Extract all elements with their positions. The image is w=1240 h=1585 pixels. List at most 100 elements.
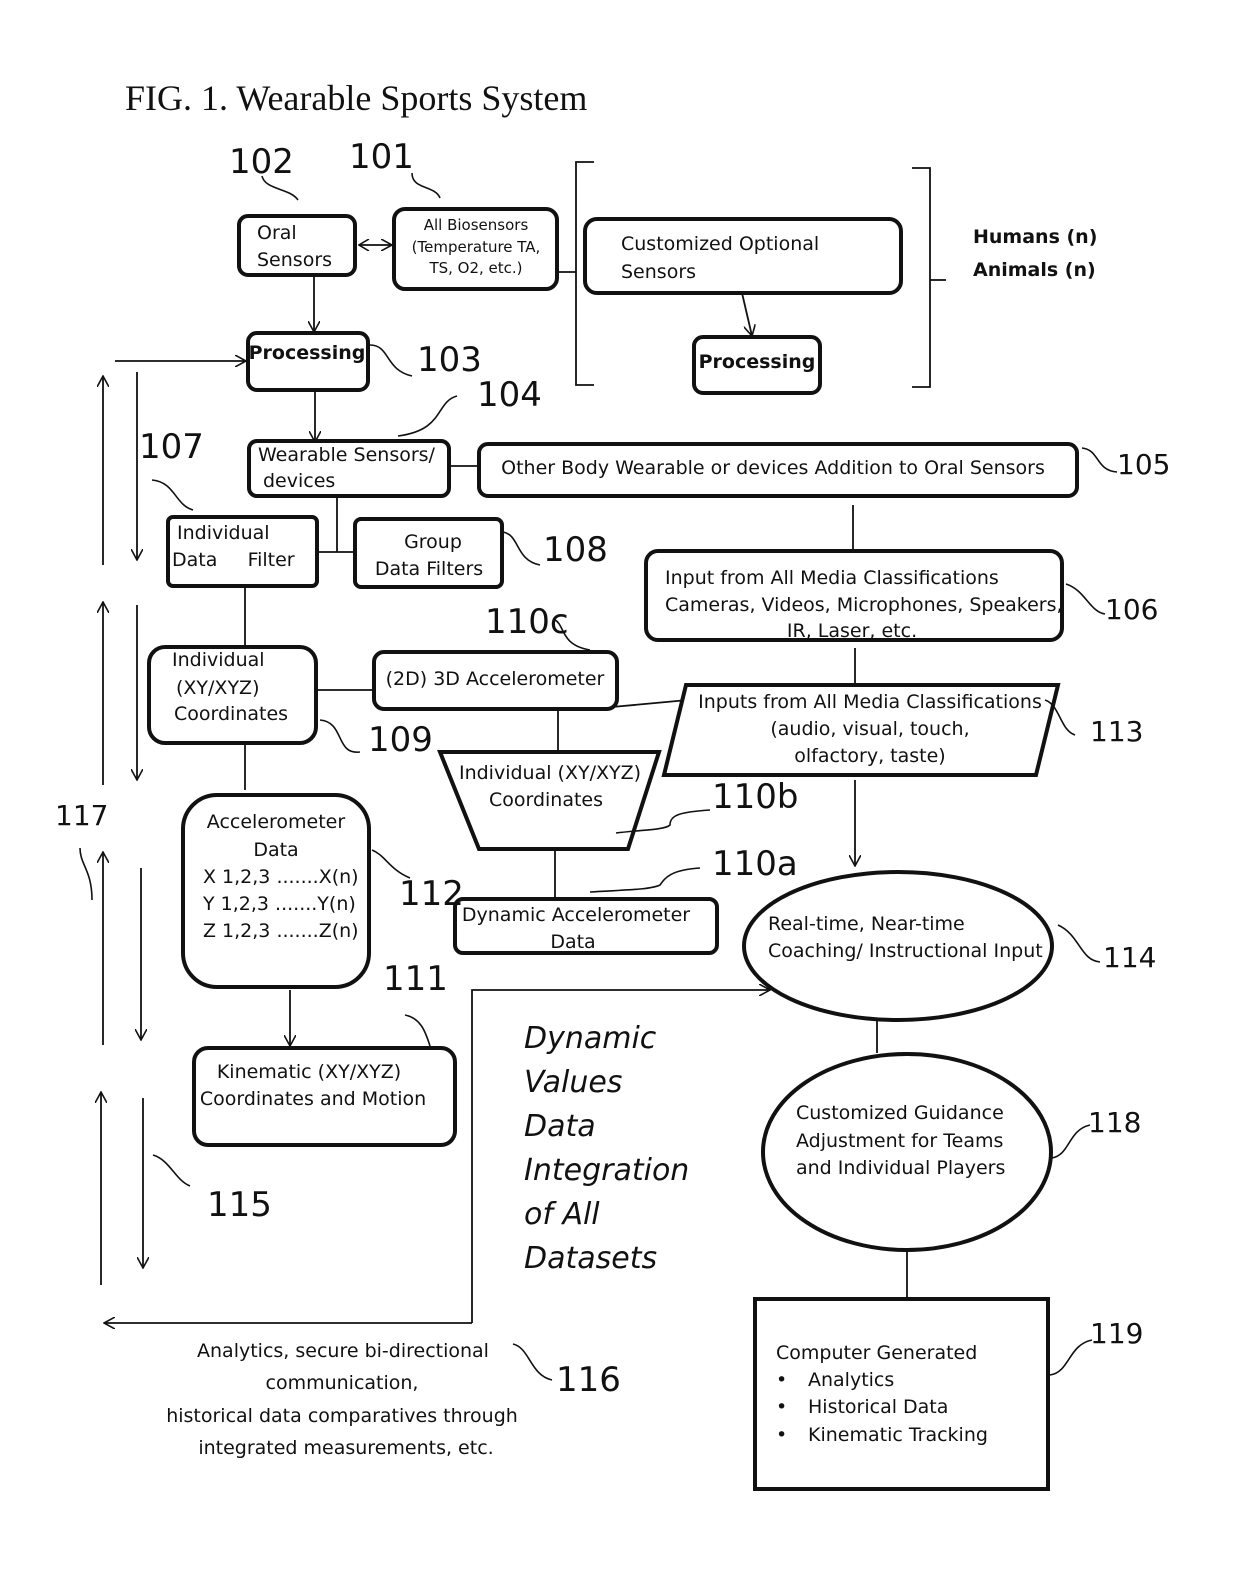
wearable-line-2: devices bbox=[263, 470, 335, 492]
ref-114: 114 bbox=[1103, 941, 1156, 974]
guidance-line-2: Adjustment for Teams bbox=[796, 1130, 1003, 1152]
ref-117: 117 bbox=[55, 799, 108, 832]
integration-line-2: Values bbox=[524, 1065, 622, 1100]
integration-line-4: Integration bbox=[524, 1153, 689, 1188]
ref-116: 116 bbox=[556, 1360, 621, 1400]
right-bracket bbox=[912, 167, 931, 388]
subjects-label: Humans (n) Animals (n) bbox=[973, 226, 1097, 281]
ref-111: 111 bbox=[383, 959, 448, 999]
ref-118: 118 bbox=[1088, 1106, 1141, 1139]
processing-optional-node: Processing bbox=[692, 335, 822, 395]
input-media-line-1: Input from All Media Classifications bbox=[665, 567, 999, 589]
customized-line-1: Customized Optional bbox=[621, 233, 819, 255]
individual-coordinates-trapezoid-node: Individual (XY/XYZ) Coordinates bbox=[437, 750, 662, 851]
computer-generated-node: Computer Generated • Analytics • Histori… bbox=[753, 1297, 1050, 1491]
ref-108: 108 bbox=[543, 530, 608, 570]
integration-line-5: of All bbox=[524, 1197, 600, 1232]
oral-sensors-line-2: Sensors bbox=[257, 249, 332, 271]
ref-103: 103 bbox=[417, 340, 482, 380]
accel-data-line-4: Y 1,2,3 .......Y(n) bbox=[202, 893, 356, 915]
processing-label: Processing bbox=[249, 342, 366, 364]
ref-110c: 110c bbox=[485, 602, 569, 642]
guidance-line-1: Customized Guidance bbox=[796, 1102, 1004, 1124]
wearable-sensors-node: Wearable Sensors/ devices bbox=[247, 439, 451, 498]
ref-105: 105 bbox=[1117, 448, 1170, 481]
ref-106: 106 bbox=[1105, 593, 1158, 626]
analytics-line-3: historical data comparatives through bbox=[166, 1405, 518, 1427]
other-body-label: Other Body Wearable or devices Addition … bbox=[501, 457, 1045, 479]
computer-generated-heading: Computer Generated bbox=[776, 1342, 977, 1364]
input-all-media-node: Input from All Media Classifications Cam… bbox=[644, 549, 1064, 642]
ref-107: 107 bbox=[139, 427, 204, 467]
individual-coords-line-2: (XY/XYZ) bbox=[176, 677, 260, 699]
individual-coordinates-node: Individual (XY/XYZ) Coordinates bbox=[147, 645, 318, 745]
dynamic-accel-line-2: Data bbox=[550, 931, 595, 953]
subjects-line-1: Humans (n) bbox=[973, 226, 1097, 248]
accel-data-line-5: Z 1,2,3 .......Z(n) bbox=[203, 920, 359, 942]
dynamic-accelerometer-data-node: Dynamic Accelerometer Data bbox=[453, 897, 719, 955]
all-biosensors-node: All Biosensors (Temperature TA, TS, O2, … bbox=[392, 207, 559, 291]
input-media-line-3: IR, Laser, etc. bbox=[787, 620, 917, 642]
processing-node: Processing bbox=[246, 331, 370, 392]
inputs-media-line-2: (audio, visual, touch, bbox=[770, 718, 969, 740]
wearable-line-1: Wearable Sensors/ bbox=[258, 444, 436, 466]
integration-line-6: Datasets bbox=[524, 1241, 657, 1276]
trapezoid-line-2: Coordinates bbox=[489, 789, 603, 811]
customized-guidance-node: Customized Guidance Adjustment for Teams… bbox=[761, 1052, 1053, 1252]
customized-optional-sensors-node: Customized Optional Sensors bbox=[583, 217, 903, 295]
coaching-line-1: Real-time, Near-time bbox=[768, 913, 965, 935]
kinematic-node: Kinematic (XY/XYZ) Coordinates and Motio… bbox=[192, 1046, 457, 1147]
ref-104: 104 bbox=[477, 375, 542, 415]
wearable-sports-system-diagram: FIG. 1. Wearable Sports System Oral Sens… bbox=[55, 78, 1170, 1491]
group-filters-line-1: Group bbox=[404, 531, 462, 553]
subjects-line-2: Animals (n) bbox=[973, 259, 1096, 281]
computer-generated-bullet-3: Kinematic Tracking bbox=[808, 1424, 988, 1446]
leader-118 bbox=[1051, 1124, 1091, 1159]
group-data-filters-node: Group Data Filters bbox=[353, 517, 504, 589]
kinematic-line-2: Coordinates and Motion bbox=[200, 1088, 426, 1110]
analytics-line-2: communication, bbox=[266, 1372, 419, 1394]
analytics-line-1: Analytics, secure bi-directional bbox=[197, 1340, 489, 1362]
leader-110a bbox=[589, 867, 701, 893]
figure-title: FIG. 1. Wearable Sports System bbox=[125, 78, 587, 118]
individual-filter-line-2: Data Filter bbox=[172, 549, 295, 571]
leader-111 bbox=[404, 1014, 431, 1047]
integration-label: Dynamic Values Data Integration of All D… bbox=[524, 1021, 689, 1276]
connector-accel3d-inputs bbox=[611, 699, 689, 708]
ref-102: 102 bbox=[229, 142, 294, 182]
integration-line-1: Dynamic bbox=[524, 1021, 657, 1056]
dynamic-accel-line-1: Dynamic Accelerometer bbox=[462, 904, 690, 926]
bullet-icon: • bbox=[776, 1396, 787, 1418]
analytics-line-4: integrated measurements, etc. bbox=[198, 1437, 493, 1459]
ref-119: 119 bbox=[1090, 1317, 1143, 1350]
bullet-icon: • bbox=[776, 1369, 787, 1391]
ref-113: 113 bbox=[1090, 715, 1143, 748]
inputs-media-line-1: Inputs from All Media Classifications bbox=[698, 691, 1042, 713]
individual-coords-line-3: Coordinates bbox=[174, 703, 288, 725]
inputs-media-line-3: olfactory, taste) bbox=[794, 745, 945, 767]
accelerometer-data-node: Accelerometer Data X 1,2,3 .......X(n) Y… bbox=[181, 793, 371, 989]
leader-117 bbox=[79, 847, 93, 901]
coaching-input-node: Real-time, Near-time Coaching/ Instructi… bbox=[742, 870, 1054, 1022]
leader-109 bbox=[319, 719, 361, 753]
oral-sensors-node: Oral Sensors bbox=[237, 214, 357, 277]
trapezoid-line-1: Individual (XY/XYZ) bbox=[459, 762, 641, 784]
leader-106 bbox=[1065, 583, 1106, 615]
computer-generated-bullet-2: Historical Data bbox=[808, 1396, 948, 1418]
ref-101: 101 bbox=[349, 137, 414, 177]
biosensors-line-3: TS, O2, etc.) bbox=[428, 259, 522, 277]
biosensors-line-1: All Biosensors bbox=[424, 216, 529, 234]
accel-data-line-1: Accelerometer bbox=[207, 811, 346, 833]
bullet-icon: • bbox=[776, 1424, 787, 1446]
kinematic-line-1: Kinematic (XY/XYZ) bbox=[217, 1061, 401, 1083]
leader-114 bbox=[1057, 924, 1101, 963]
integration-line-3: Data bbox=[524, 1109, 596, 1144]
leader-103 bbox=[369, 344, 413, 377]
leader-115 bbox=[152, 1154, 191, 1187]
connector-custom-processing bbox=[741, 292, 752, 336]
ref-109: 109 bbox=[368, 720, 433, 760]
leader-105 bbox=[1081, 447, 1118, 473]
leader-101 bbox=[411, 172, 441, 199]
group-filters-line-2: Data Filters bbox=[375, 558, 483, 580]
leader-116 bbox=[512, 1343, 553, 1381]
